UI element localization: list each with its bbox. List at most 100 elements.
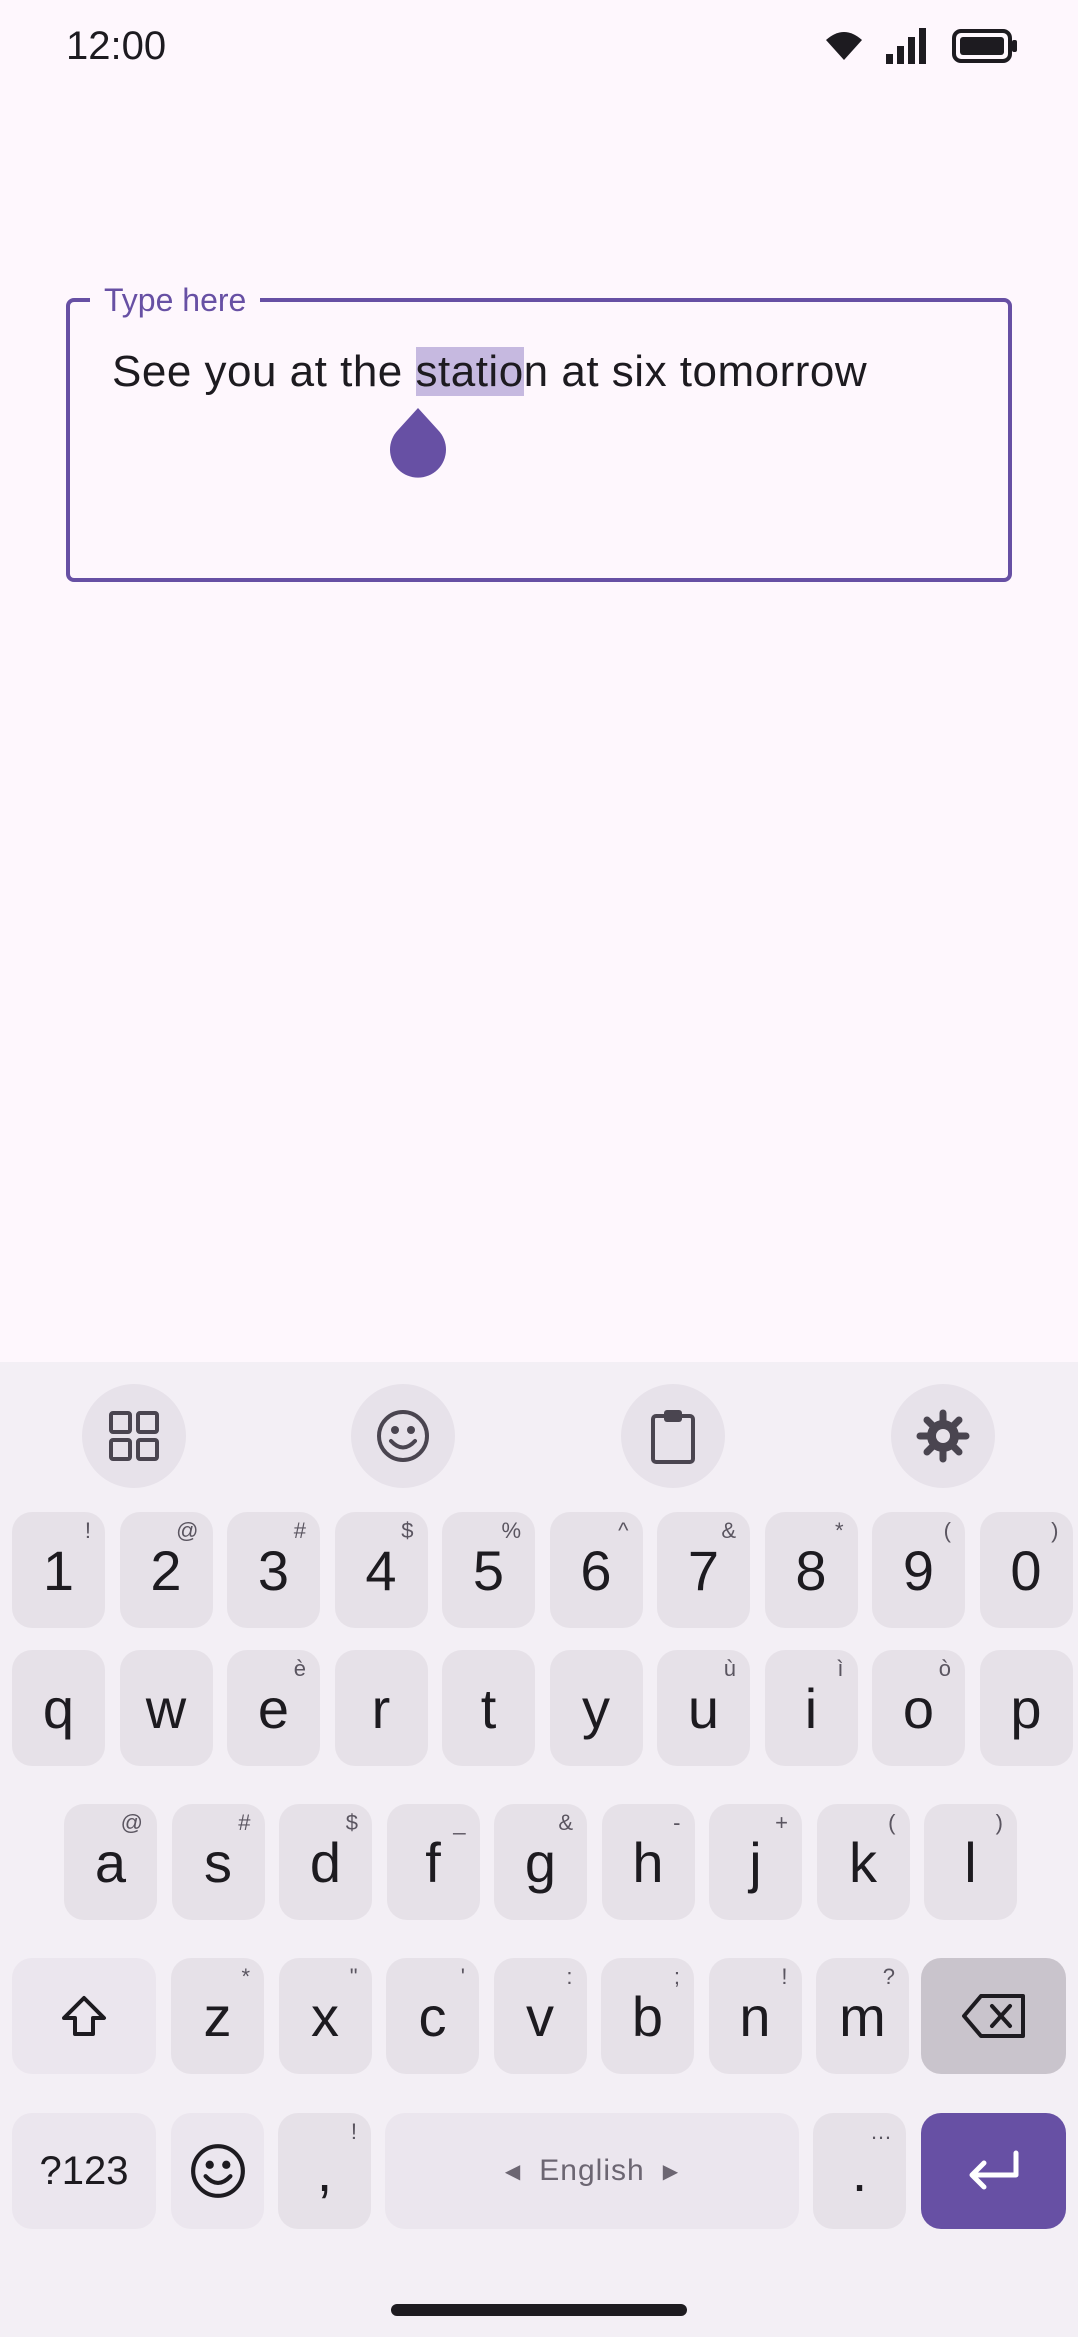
key-f[interactable]: f _ bbox=[386, 1804, 480, 1920]
selection-handle-icon[interactable] bbox=[390, 408, 446, 478]
text-before-selection: See you at the bbox=[112, 347, 416, 396]
key-hint: @ bbox=[120, 1810, 143, 1835]
period-key[interactable]: . … bbox=[813, 2113, 906, 2229]
key-k[interactable]: k( bbox=[816, 1804, 910, 1920]
text-after-selection: n at six tomorrow bbox=[523, 347, 868, 396]
key-hint: & bbox=[558, 1810, 573, 1835]
key-t[interactable]: t bbox=[442, 1650, 535, 1766]
key-e[interactable]: eè bbox=[227, 1650, 320, 1766]
key-h[interactable]: h- bbox=[601, 1804, 695, 1920]
status-icons bbox=[824, 28, 1018, 64]
cellular-signal-icon bbox=[886, 28, 926, 64]
key-r[interactable]: r bbox=[334, 1650, 428, 1766]
key-w[interactable]: w bbox=[119, 1650, 213, 1766]
emoji-toolbar-button[interactable] bbox=[351, 1384, 455, 1488]
key-b[interactable]: b; bbox=[601, 1958, 694, 2074]
key-y[interactable]: y bbox=[549, 1650, 643, 1766]
key-label: p bbox=[1010, 1676, 1042, 1740]
key-label: k bbox=[849, 1830, 877, 1894]
key-m[interactable]: m? bbox=[816, 1958, 909, 2074]
key-q[interactable]: q bbox=[12, 1650, 105, 1766]
key-label: j bbox=[749, 1830, 762, 1894]
key-i[interactable]: iì bbox=[764, 1650, 858, 1766]
key-6[interactable]: 6 ^ bbox=[549, 1512, 643, 1628]
key-hint: ; bbox=[673, 1964, 680, 1989]
key-label: n bbox=[739, 1984, 771, 2048]
wifi-icon bbox=[826, 32, 862, 60]
key-hint: * bbox=[834, 1518, 844, 1543]
key-hint: # bbox=[293, 1518, 306, 1543]
home-indicator[interactable] bbox=[391, 2304, 687, 2316]
key-label: 3 bbox=[257, 1538, 290, 1602]
key-hint: ù bbox=[723, 1656, 736, 1681]
key-label: x bbox=[311, 1984, 339, 2048]
apps-grid-button[interactable] bbox=[82, 1384, 186, 1488]
key-hint: & bbox=[721, 1518, 736, 1543]
key-1[interactable]: 1! bbox=[12, 1512, 105, 1628]
text-field[interactable]: Type here See you at the station at six … bbox=[66, 280, 1012, 582]
key-hint: * bbox=[241, 1964, 250, 1989]
key-v[interactable]: v: bbox=[493, 1958, 587, 2074]
clipboard-button[interactable] bbox=[621, 1384, 725, 1488]
key-4[interactable]: 4 $ bbox=[334, 1512, 428, 1628]
selected-text[interactable]: statio bbox=[415, 347, 524, 396]
key-a[interactable]: a @ bbox=[64, 1804, 157, 1920]
key-hint: # bbox=[238, 1810, 251, 1835]
key-hint: è bbox=[293, 1656, 306, 1681]
key-label: g bbox=[524, 1830, 557, 1894]
key-label: 4 bbox=[365, 1538, 397, 1602]
key-g[interactable]: g & bbox=[494, 1804, 587, 1920]
comma-key-label: , bbox=[316, 2139, 333, 2203]
key-label: 2 bbox=[150, 1538, 182, 1602]
settings-button[interactable] bbox=[891, 1384, 995, 1488]
key-label: 1 bbox=[42, 1538, 75, 1602]
enter-key[interactable] bbox=[921, 2113, 1066, 2229]
key-hint: ? bbox=[882, 1964, 895, 1989]
text-field-label: Type here bbox=[90, 280, 261, 320]
key-hint: ( bbox=[888, 1810, 896, 1835]
shift-icon bbox=[62, 1996, 106, 2036]
text-field-value[interactable]: See you at the station at six tomorrow bbox=[112, 342, 867, 402]
key-u[interactable]: uù bbox=[657, 1650, 750, 1766]
key-0[interactable]: 0) bbox=[979, 1512, 1073, 1628]
backspace-icon bbox=[961, 1994, 1025, 2038]
key-s[interactable]: s # bbox=[171, 1804, 265, 1920]
key-label: z bbox=[203, 1984, 232, 2048]
key-l[interactable]: l) bbox=[924, 1804, 1017, 1920]
key-3[interactable]: 3 # bbox=[227, 1512, 320, 1628]
key-2[interactable]: 2 @ bbox=[119, 1512, 213, 1628]
space-key[interactable]: ◀ English ▶ bbox=[385, 2113, 799, 2229]
key-c[interactable]: c ' bbox=[386, 1958, 479, 2074]
key-hint: ) bbox=[1051, 1518, 1059, 1543]
key-8[interactable]: 8 * bbox=[764, 1512, 858, 1628]
emoji-key[interactable] bbox=[171, 2113, 264, 2229]
key-z[interactable]: z * bbox=[171, 1958, 264, 2074]
emoji-icon bbox=[377, 1410, 429, 1462]
symbols-key[interactable]: ?123 bbox=[12, 2113, 156, 2229]
comma-key-hint: ! bbox=[350, 2119, 357, 2144]
key-n[interactable]: n! bbox=[708, 1958, 802, 2074]
status-time: 12:00 bbox=[66, 24, 167, 68]
key-7[interactable]: 7 & bbox=[657, 1512, 750, 1628]
shift-key[interactable] bbox=[12, 1958, 156, 2074]
key-label: u bbox=[687, 1676, 720, 1740]
key-hint: + bbox=[775, 1810, 788, 1835]
key-hint: _ bbox=[453, 1810, 466, 1835]
key-hint: ' bbox=[460, 1964, 465, 1989]
key-hint: % bbox=[501, 1518, 521, 1543]
grid-icon bbox=[109, 1411, 159, 1461]
key-label: i bbox=[804, 1676, 818, 1740]
key-9[interactable]: 9( bbox=[872, 1512, 965, 1628]
key-label: 7 bbox=[687, 1538, 720, 1602]
key-p[interactable]: p bbox=[979, 1650, 1073, 1766]
key-j[interactable]: j + bbox=[709, 1804, 802, 1920]
space-right-arrow-icon: ▶ bbox=[662, 2160, 680, 2183]
comma-key[interactable]: , ! bbox=[278, 2113, 371, 2229]
key-d[interactable]: d $ bbox=[279, 1804, 372, 1920]
key-5[interactable]: 5% bbox=[442, 1512, 535, 1628]
key-label: d bbox=[309, 1830, 342, 1894]
key-x[interactable]: x " bbox=[278, 1958, 372, 2074]
key-o[interactable]: oò bbox=[872, 1650, 965, 1766]
backspace-key[interactable] bbox=[921, 1958, 1066, 2074]
period-key-label: . bbox=[851, 2139, 868, 2203]
